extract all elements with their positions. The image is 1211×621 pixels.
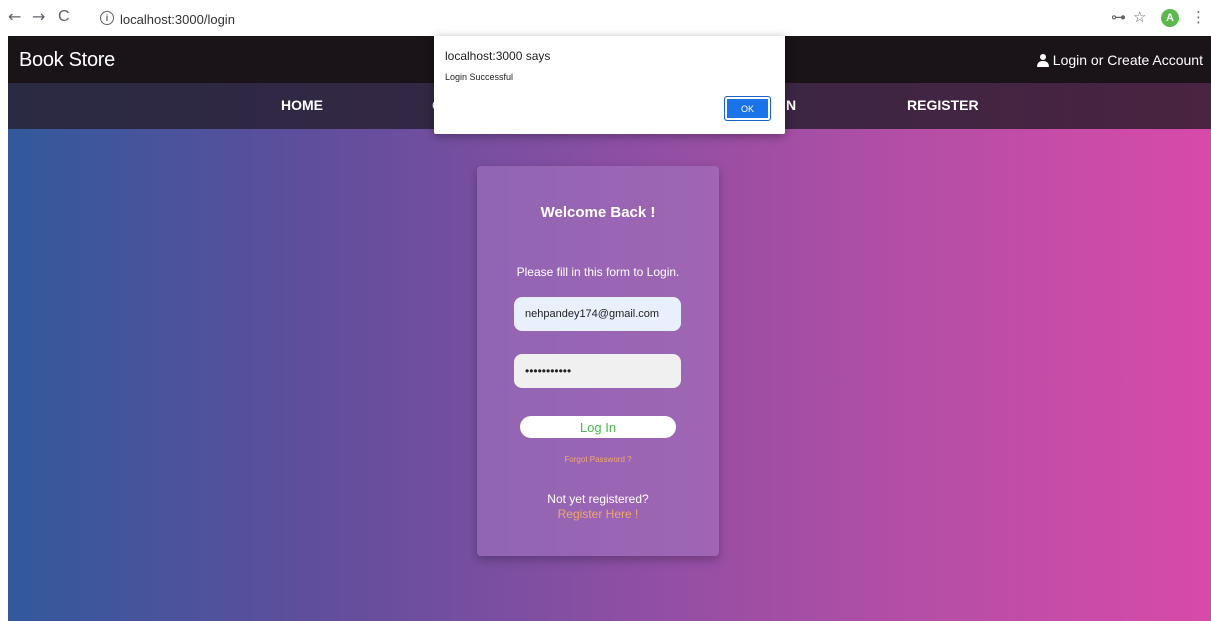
main-content: Welcome Back ! Please fill in this form … <box>8 129 1211 621</box>
login-subtitle: Please fill in this form to Login. <box>516 265 680 279</box>
menu-dots-icon[interactable]: ⋮ <box>1191 9 1206 25</box>
account-link[interactable]: Login or Create Account <box>1036 52 1203 68</box>
login-title: Welcome Back ! <box>540 204 656 221</box>
alert-dialog: localhost:3000 says Login Successful OK <box>434 36 785 134</box>
login-button[interactable]: Log In <box>520 416 676 438</box>
ok-button[interactable]: OK <box>724 96 771 121</box>
star-icon[interactable]: ☆ <box>1133 9 1146 25</box>
nav-register[interactable]: REGISTER <box>907 97 979 113</box>
dialog-title: localhost:3000 says <box>445 49 551 63</box>
reload-icon[interactable]: C <box>58 9 70 25</box>
register-here-link[interactable]: Register Here ! <box>477 507 719 521</box>
email-input[interactable] <box>514 297 681 331</box>
dialog-message: Login Successful <box>445 72 514 82</box>
password-input[interactable] <box>514 354 681 388</box>
forward-arrow-icon[interactable]: → <box>32 9 45 25</box>
info-icon[interactable]: i <box>100 11 114 25</box>
url-text[interactable]: localhost:3000/login <box>120 12 235 27</box>
nav-login-partial[interactable]: N <box>786 97 796 113</box>
user-icon <box>1036 53 1049 67</box>
browser-toolbar: ← → C i localhost:3000/login ⊶ ☆ A ⋮ <box>0 0 1211 36</box>
forgot-password-link[interactable]: Forgot Password ? <box>477 455 719 464</box>
nav-home[interactable]: HOME <box>281 97 323 113</box>
profile-avatar[interactable]: A <box>1161 9 1179 27</box>
key-icon[interactable]: ⊶ <box>1111 9 1126 25</box>
back-arrow-icon[interactable]: ← <box>8 9 21 25</box>
not-registered-text: Not yet registered? <box>547 492 649 506</box>
login-card: Welcome Back ! Please fill in this form … <box>477 166 719 556</box>
account-link-label[interactable]: Login or Create Account <box>1053 52 1203 68</box>
brand-logo[interactable]: Book Store <box>19 49 115 72</box>
address-bar[interactable]: i localhost:3000/login <box>94 8 1154 30</box>
